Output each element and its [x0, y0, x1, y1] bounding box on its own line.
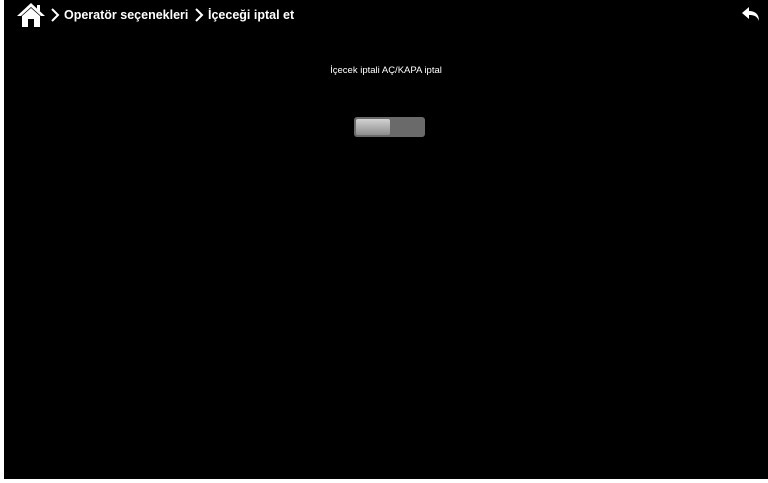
top-bar: Operatör seçenekleri İçeceği iptal et	[4, 0, 768, 30]
back-arrow-icon	[742, 7, 759, 21]
cancel-drink-toggle[interactable]	[354, 117, 425, 137]
toggle-thumb[interactable]	[356, 119, 390, 135]
chevron-right-icon	[195, 8, 204, 22]
breadcrumb-item-operator-options[interactable]: Operatör seçenekleri	[50, 0, 188, 30]
breadcrumb-label: İçeceği iptal et	[208, 8, 295, 22]
setting-label: İçecek iptali AÇ/KAPA iptal	[330, 65, 442, 76]
home-icon	[17, 3, 45, 27]
chevron-right-icon	[51, 8, 60, 22]
breadcrumb-label: Operatör seçenekleri	[64, 8, 189, 22]
back-button[interactable]	[740, 4, 762, 24]
home-button[interactable]	[14, 1, 48, 29]
breadcrumb-item-cancel-drink: İçeceği iptal et	[194, 0, 294, 30]
screen: Operatör seçenekleri İçeceği iptal et İç…	[4, 0, 768, 479]
